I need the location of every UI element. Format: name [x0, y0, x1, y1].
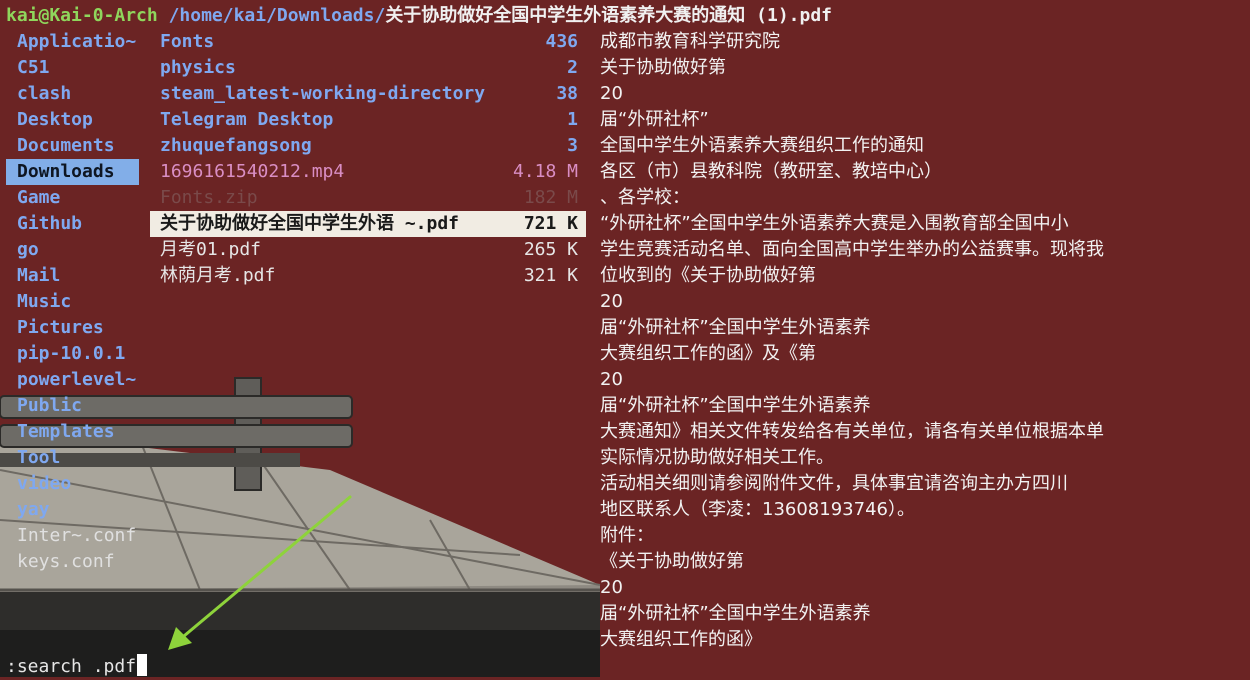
- arrow-annotation-icon: [168, 495, 352, 650]
